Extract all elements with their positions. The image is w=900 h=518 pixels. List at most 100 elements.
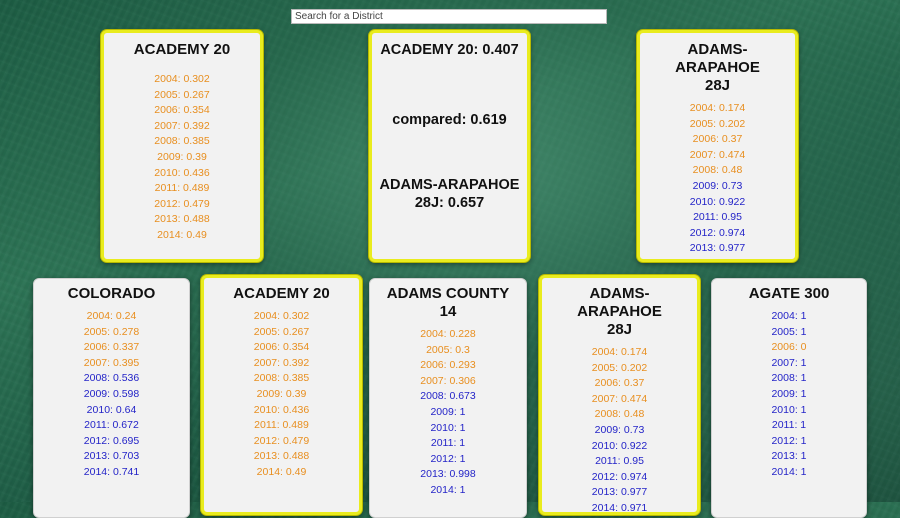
year-score-row: 2005: 0.202 bbox=[591, 361, 648, 374]
compare-card-right-title-line2: 28J bbox=[704, 77, 731, 94]
year-score-row: 2010: 0.922 bbox=[591, 439, 648, 452]
district-card[interactable]: ADAMS-ARAPAHOE 28J 2004: 0.174 2005: 0.202 2… bbox=[539, 275, 700, 515]
year-score-row: 2011: 0.95 bbox=[693, 211, 742, 224]
year-score-row: 2010: 1 bbox=[771, 403, 807, 416]
comparison-second-score: 28J: 0.657 bbox=[414, 195, 485, 211]
year-score-row: 2009: 1 bbox=[771, 387, 807, 400]
year-score-row: 2014: 0.741 bbox=[83, 465, 140, 478]
year-score-row: 2004: 0.302 bbox=[253, 310, 310, 322]
district-card-title: ADAMS-ARAPAHOE bbox=[577, 285, 662, 320]
district-card[interactable]: ADAMS COUNTY 14 2004: 0.228 2005: 0.3 2006:… bbox=[369, 278, 527, 518]
district-card-title: ACADEMY 20 bbox=[233, 285, 330, 302]
year-score-row: 2006: 0.337 bbox=[83, 341, 140, 354]
district-card[interactable]: ACADEMY 20 2004: 0.302 2005: 0.267 2006: 0.… bbox=[201, 275, 362, 515]
year-score-row: 2013: 1 bbox=[771, 450, 807, 463]
year-score-row: 2005: 0.267 bbox=[154, 88, 210, 101]
year-score-row: 2011: 1 bbox=[430, 437, 466, 450]
year-score-row: 2008: 0.385 bbox=[253, 372, 310, 385]
year-score-row: 2012: 0.479 bbox=[154, 197, 210, 210]
year-score-row: 2013: 0.977 bbox=[689, 242, 746, 255]
year-score-row: 2010: 1 bbox=[430, 421, 466, 434]
comparison-compared-score: compared: 0.619 bbox=[392, 112, 507, 128]
year-score-row: 2010: 0.436 bbox=[253, 403, 310, 416]
year-score-row: 2011: 0.489 bbox=[154, 182, 210, 195]
year-score-row: 2013: 0.488 bbox=[253, 450, 310, 463]
year-score-row: 2014: 1 bbox=[430, 483, 466, 496]
year-score-row: 2013: 0.998 bbox=[420, 468, 476, 481]
district-card[interactable]: COLORADO 2004: 0.24 2005: 0.278 2006: 0.337… bbox=[33, 278, 190, 518]
year-score-row: 2008: 0.673 bbox=[420, 390, 476, 403]
year-score-row: 2011: 1 bbox=[771, 419, 807, 432]
year-score-row: 2004: 0.174 bbox=[591, 346, 648, 358]
year-score-row: 2013: 0.977 bbox=[591, 486, 648, 499]
compare-card-left-title: ACADEMY 20 bbox=[133, 41, 231, 58]
year-score-row: 2008: 0.48 bbox=[594, 408, 645, 421]
district-card-title-line2: 28J bbox=[606, 321, 633, 338]
year-score-row: 2009: 0.73 bbox=[594, 423, 645, 436]
comparison-second-name: ADAMS-ARAPAHOE bbox=[379, 177, 520, 193]
district-card-title: COLORADO bbox=[67, 285, 156, 302]
compare-card-right[interactable]: ADAMS-ARAPAHOE 28J 2004: 0.174 2005: 0.20… bbox=[637, 30, 798, 262]
compare-card-right-list: 2004: 0.174 2005: 0.202 2006: 0.37 2007: 0.… bbox=[640, 101, 795, 259]
district-score-list: 2004: 0.302 2005: 0.267 2006: 0.354 2007: 0… bbox=[204, 309, 359, 481]
year-score-row: 2011: 0.672 bbox=[84, 419, 139, 432]
year-score-row: 2012: 0.974 bbox=[591, 470, 648, 483]
district-score-list: 2004: 0.174 2005: 0.202 2006: 0.37 2007: 0.… bbox=[542, 345, 697, 514]
comparison-result-card: ACADEMY 20: 0.407 compared: 0.619 ADAMS-… bbox=[369, 30, 530, 262]
year-score-row: 2010: 0.64 bbox=[86, 403, 137, 416]
year-score-row: 2009: 0.39 bbox=[157, 150, 207, 163]
year-score-row: 2004: 0.228 bbox=[420, 328, 476, 340]
year-score-row: 2008: 0.385 bbox=[154, 135, 210, 148]
year-score-row: 2004: 0.174 bbox=[689, 102, 746, 114]
year-score-row: 2008: 0.536 bbox=[83, 372, 140, 385]
year-score-row: 2006: 0.37 bbox=[692, 133, 743, 146]
year-score-row: 2009: 0.39 bbox=[256, 387, 307, 400]
year-score-row: 2010: 0.922 bbox=[689, 195, 746, 208]
year-score-row: 2007: 1 bbox=[771, 356, 807, 369]
year-score-row: 2007: 0.306 bbox=[420, 374, 476, 387]
year-score-row: 2013: 0.703 bbox=[83, 450, 140, 463]
year-score-row: 2006: 0.354 bbox=[154, 104, 210, 117]
year-score-row: 2004: 0.24 bbox=[86, 310, 137, 322]
year-score-row: 2014: 0.49 bbox=[157, 228, 207, 241]
year-score-row: 2005: 0.202 bbox=[689, 117, 746, 130]
year-score-row: 2007: 0.474 bbox=[689, 148, 746, 161]
year-score-row: 2009: 0.598 bbox=[83, 387, 140, 400]
year-score-row: 2012: 0.695 bbox=[83, 434, 140, 447]
district-card-title: AGATE 300 bbox=[748, 285, 830, 302]
year-score-row: 2011: 0.489 bbox=[254, 419, 309, 432]
district-card[interactable]: AGATE 300 2004: 1 2005: 1 2006: 0 2007: 1 200… bbox=[711, 278, 867, 518]
year-score-row: 2014: 0.971 bbox=[640, 257, 795, 259]
year-score-row: 2009: 1 bbox=[430, 405, 466, 418]
year-score-row: 2006: 0.37 bbox=[594, 377, 645, 390]
year-score-row: 2005: 1 bbox=[771, 325, 807, 338]
year-score-row: 2004: 1 bbox=[771, 310, 807, 322]
district-score-list: 2004: 0.24 2005: 0.278 2006: 0.337 2007: 0.… bbox=[34, 309, 189, 481]
district-search-input[interactable] bbox=[291, 9, 607, 24]
year-score-row: 2013: 0.488 bbox=[154, 213, 210, 226]
year-score-row: 2012: 1 bbox=[430, 452, 466, 465]
year-score-row: 2014: 0.49 bbox=[256, 465, 307, 478]
year-score-row: 2009: 0.73 bbox=[692, 179, 743, 192]
year-score-row: 2014: 1 bbox=[771, 465, 807, 478]
year-score-row: 2008: 0.48 bbox=[692, 164, 743, 177]
year-score-row: 2006: 0 bbox=[771, 341, 807, 354]
year-score-row: 2014: 0.971 bbox=[591, 501, 648, 514]
year-score-row: 2010: 0.436 bbox=[154, 166, 210, 179]
comparison-first-score: ACADEMY 20: 0.407 bbox=[380, 42, 519, 58]
district-card-title: ADAMS COUNTY 14 bbox=[386, 285, 510, 320]
year-score-row: 2011: 0.95 bbox=[595, 455, 644, 468]
year-score-row: 2006: 0.293 bbox=[420, 359, 476, 372]
year-score-row: 2008: 1 bbox=[771, 372, 807, 385]
compare-card-left[interactable]: ACADEMY 20 2004: 0.302 2005: 0.267 2006: 0… bbox=[101, 30, 263, 262]
district-score-list: 2004: 1 2005: 1 2006: 0 2007: 1 2008: 1 2009:… bbox=[712, 309, 866, 481]
compare-card-left-list: 2004: 0.302 2005: 0.267 2006: 0.354 2007: 0… bbox=[104, 72, 260, 244]
year-score-row: 2012: 0.479 bbox=[253, 434, 310, 447]
year-score-row: 2007: 0.392 bbox=[253, 356, 310, 369]
year-score-row: 2005: 0.267 bbox=[253, 325, 310, 338]
year-score-row: 2005: 0.3 bbox=[426, 343, 470, 356]
year-score-row: 2007: 0.395 bbox=[83, 356, 140, 369]
year-score-row: 2004: 0.302 bbox=[154, 73, 210, 85]
year-score-row: 2012: 0.974 bbox=[689, 226, 746, 239]
district-score-list: 2004: 0.228 2005: 0.3 2006: 0.293 2007: 0.3… bbox=[370, 327, 526, 499]
